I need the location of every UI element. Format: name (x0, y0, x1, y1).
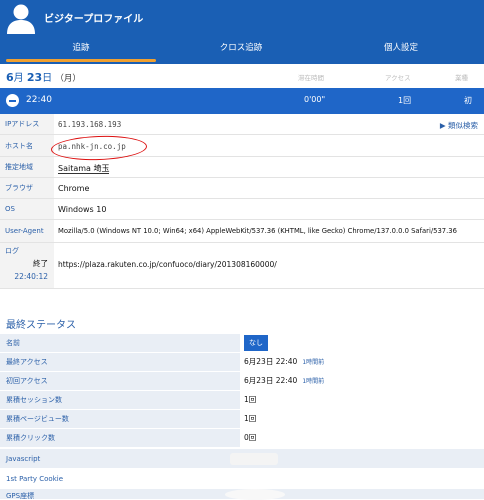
detail-row-region: 推定地域 Saitama 埼玉 (0, 157, 484, 178)
date-row: 6月 23日 （月） 滞在時間 アクセス 業種 (0, 64, 484, 88)
date-day: 23 (26, 71, 43, 84)
collapse-icon[interactable] (6, 94, 19, 107)
status-section-title: 最終ステータス (6, 320, 76, 331)
pageviews-label: 累積ページビュー数 (0, 410, 240, 428)
sessions-value: 1回 (244, 395, 257, 404)
detail-row-browser: ブラウザ Chrome (0, 178, 484, 199)
name-label: 名前 (0, 334, 240, 352)
page-title: ビジタープロファイル (44, 14, 144, 25)
javascript-label: Javascript (6, 455, 41, 463)
pageviews-value: 1回 (244, 414, 257, 423)
date-weekday: （月） (55, 74, 81, 84)
ip-label: IPアドレス (0, 114, 54, 134)
tab-bar: 追跡 クロス追跡 個人設定 (0, 40, 484, 64)
status-row-sessions: 累積セッション数 1回 (0, 391, 484, 409)
first-access-ago: 1時間前 (302, 378, 325, 385)
last-access-ago: 1時間前 (302, 359, 325, 366)
region-label: 推定地域 (0, 157, 54, 177)
visit-summary-row[interactable]: 22:40 0'00" 1回 初 (0, 88, 484, 114)
similar-search-link[interactable]: ▶ 類似検索 (440, 120, 478, 131)
env-row-gps: GPS座標 (0, 489, 484, 500)
clicks-label: 累積クリック数 (0, 429, 240, 447)
os-label: OS (0, 199, 54, 219)
browser-value: Chrome (58, 184, 90, 193)
log-end-label: 終了 (33, 259, 48, 268)
date-month-suffix: 月 (13, 73, 24, 84)
javascript-value-redacted (230, 453, 278, 465)
env-row-cookie: 1st Party Cookie (0, 469, 484, 489)
status-row-clicks: 累積クリック数 0回 (0, 429, 484, 447)
column-header-access: アクセス (385, 74, 411, 82)
gps-label: GPS座標 (6, 492, 35, 500)
status-row-last-access: 最終アクセス 6月23日 22:40 1時間前 (0, 353, 484, 371)
detail-row-ip: IPアドレス 61.193.168.193 ▶ 類似検索 (0, 114, 484, 135)
status-row-pageviews: 累積ページビュー数 1回 (0, 410, 484, 428)
name-badge[interactable]: なし (244, 335, 268, 351)
visit-time: 22:40 (26, 95, 52, 105)
sessions-label: 累積セッション数 (0, 391, 240, 409)
log-url[interactable]: https://plaza.rakuten.co.jp/confuoco/dia… (58, 260, 277, 269)
first-access-cell: 6月23日 22:40 1時間前 (244, 372, 324, 390)
visit-date: 6月 23日 （月） (6, 69, 81, 84)
date-month: 6 (6, 71, 14, 84)
status-row-name: 名前 なし (0, 334, 484, 352)
host-label: ホスト名 (0, 135, 54, 156)
visit-duration: 0'00" (304, 95, 326, 104)
browser-label: ブラウザ (0, 178, 54, 198)
tab-personal-settings[interactable]: 個人設定 (326, 40, 476, 64)
status-row-first-access: 初回アクセス 6月23日 22:40 1時間前 (0, 372, 484, 390)
ip-value: 61.193.168.193 (58, 120, 122, 129)
log-label-cell: ログ 終了 22:40:12 (0, 243, 54, 288)
user-agent-label: User-Agent (0, 220, 54, 242)
log-label: ログ (5, 247, 19, 255)
last-access-cell: 6月23日 22:40 1時間前 (244, 353, 324, 371)
cookie-label: 1st Party Cookie (6, 475, 64, 483)
user-avatar-icon (7, 4, 35, 34)
visit-count: 1回 (398, 96, 412, 105)
tab-cross-tracking[interactable]: クロス追跡 (166, 40, 316, 64)
column-header-stay: 滞在時間 (298, 74, 324, 82)
last-access-label: 最終アクセス (0, 353, 240, 371)
log-end-time: 22:40:12 (14, 272, 48, 281)
first-access-label: 初回アクセス (0, 372, 240, 390)
env-row-javascript: Javascript (0, 449, 484, 469)
first-access-value: 6月23日 22:40 (244, 376, 298, 385)
detail-row-user-agent: User-Agent Mozilla/5.0 (Windows NT 10.0;… (0, 220, 484, 243)
region-value[interactable]: Saitama 埼玉 (58, 164, 110, 174)
visit-first-badge: 初 (464, 96, 472, 105)
app-header: ビジタープロファイル 追跡 クロス追跡 個人設定 (0, 0, 484, 64)
date-day-suffix: 日 (42, 73, 53, 84)
detail-row-log: ログ 終了 22:40:12 https://plaza.rakuten.co.… (0, 243, 484, 289)
os-value: Windows 10 (58, 205, 107, 214)
detail-row-os: OS Windows 10 (0, 199, 484, 220)
clicks-value: 0回 (244, 433, 257, 442)
last-access-value: 6月23日 22:40 (244, 357, 298, 366)
active-tab-indicator (6, 59, 156, 62)
gps-value-redacted (225, 489, 285, 500)
user-agent-value: Mozilla/5.0 (Windows NT 10.0; Win64; x64… (58, 227, 457, 235)
column-header-first: 業種 (455, 74, 468, 82)
